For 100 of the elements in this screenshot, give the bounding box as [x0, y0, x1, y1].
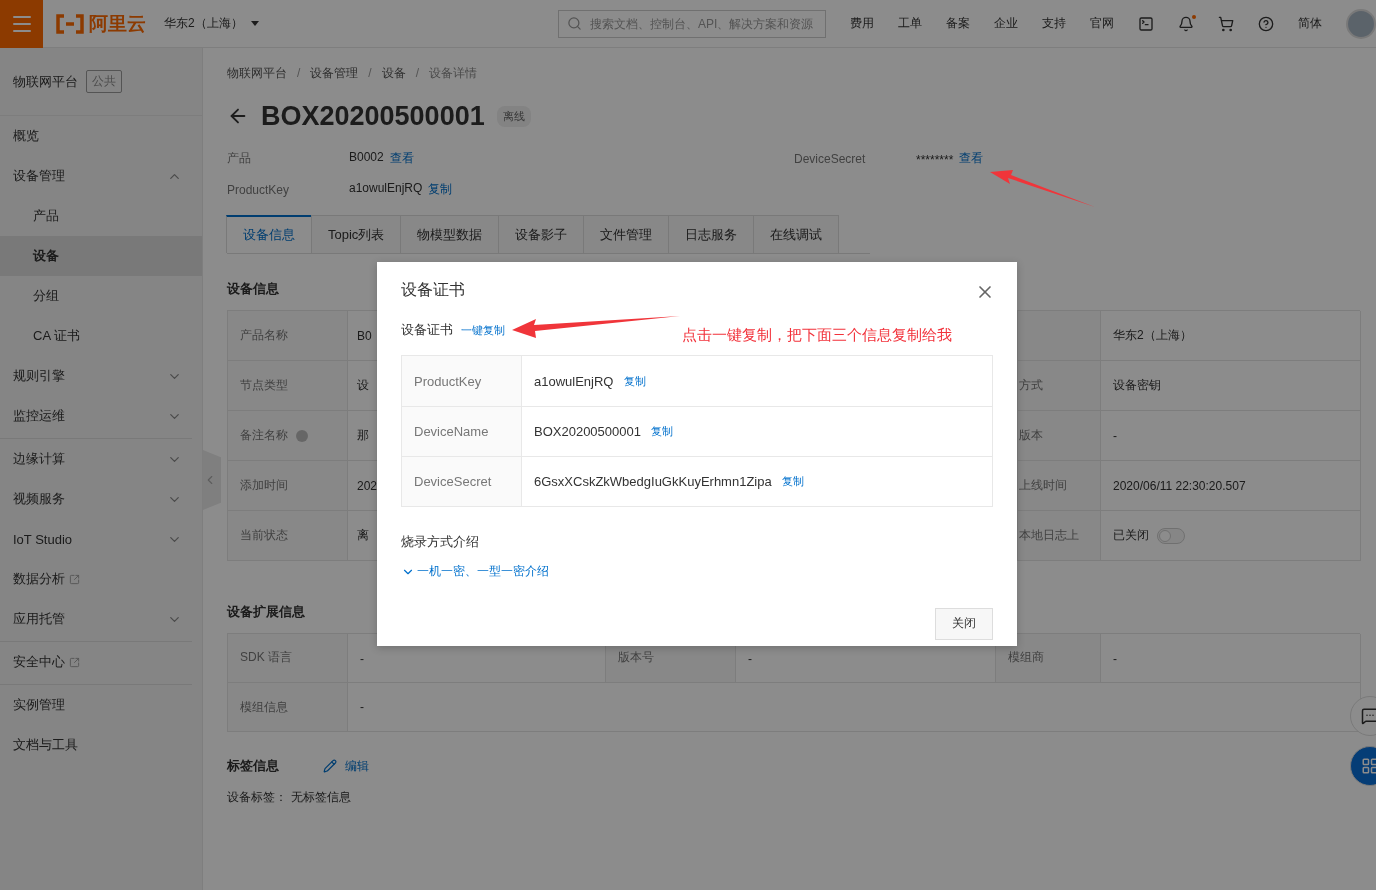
sidebar-item[interactable]: CA 证书	[0, 316, 202, 356]
edit-link[interactable]: 编辑	[345, 757, 369, 775]
sidebar-item[interactable]: 分组	[0, 276, 202, 316]
toggle-switch[interactable]	[1157, 527, 1185, 544]
breadcrumb-item[interactable]: 物联网平台	[227, 64, 287, 82]
cart-icon[interactable]	[1218, 15, 1234, 32]
device-name: BOX20200500001	[261, 100, 485, 132]
copy-link[interactable]: 复制	[623, 373, 646, 389]
table-cell: -	[348, 683, 1361, 732]
sidebar-item[interactable]: 实例管理	[0, 685, 192, 725]
table-cell: 6GsxXCskZkWbedgIuGkKuyErhmn1Zipa	[534, 474, 772, 489]
table-cell: 华东2（上海）	[1101, 311, 1361, 361]
help-icon[interactable]	[1258, 15, 1274, 32]
sidebar-item[interactable]: 概览	[0, 116, 192, 156]
status-badge: 离线	[496, 105, 531, 127]
nav-link[interactable]: 费用	[850, 15, 874, 32]
sidebar-item[interactable]: 设备	[0, 236, 202, 276]
tab[interactable]: 设备影子	[498, 215, 585, 253]
field-label: 设备标签：	[227, 789, 287, 806]
dialog-title: 设备证书	[401, 280, 465, 300]
tab[interactable]: 日志服务	[668, 215, 755, 253]
caret-icon	[250, 21, 259, 26]
nav-link[interactable]: 企业	[994, 15, 1018, 32]
breadcrumb-item: 设备详情	[429, 64, 478, 82]
table-cell: BOX20200500001	[534, 424, 641, 439]
sidebar-item[interactable]: 设备管理	[0, 156, 192, 196]
table-cell: ProductKey	[402, 356, 522, 406]
table-cell: 已关闭	[1101, 511, 1361, 561]
table-cell: a1owulEnjRQ	[534, 373, 614, 389]
breadcrumb-item[interactable]: 设备管理	[310, 64, 359, 82]
nav-link[interactable]: 支持	[1042, 15, 1066, 32]
logo: 阿里云	[55, 10, 146, 37]
annotation-text: 点击一键复制，把下面三个信息复制给我	[682, 326, 952, 345]
table-cell: DeviceName	[402, 407, 522, 456]
tab[interactable]: Topic列表	[311, 215, 402, 253]
breadcrumb-separator: /	[415, 66, 420, 80]
table-cell: 添加时间	[228, 461, 348, 511]
section-title: 设备扩展信息	[227, 603, 305, 621]
close-button[interactable]: 关闭	[935, 607, 993, 640]
sidebar-item[interactable]: 应用托管	[0, 599, 192, 639]
sidebar-item[interactable]: 规则引擎	[0, 356, 192, 396]
edit-icon[interactable]	[323, 759, 337, 773]
table-cell: 2020/06/11 22:30:20.507	[1101, 461, 1361, 511]
table-cell: 方式	[1018, 361, 1101, 411]
collapse-handle[interactable]	[203, 450, 221, 510]
nav-link[interactable]: 官网	[1090, 15, 1114, 32]
copy-link[interactable]: 复制	[781, 474, 804, 489]
sidebar-item[interactable]: 视频服务	[0, 479, 192, 519]
field-label: 设备证书	[401, 321, 453, 339]
action-link[interactable]: 查看	[389, 150, 414, 167]
table-cell: SDK 语言	[228, 634, 348, 683]
nav-link[interactable]: 备案	[946, 15, 970, 32]
table-cell: -	[1101, 411, 1361, 461]
terminal-icon[interactable]	[1138, 15, 1154, 32]
action-link[interactable]: 复制	[428, 181, 453, 198]
copy-link[interactable]: 复制	[651, 424, 673, 439]
sidebar-item[interactable]: IoT Studio	[0, 519, 192, 559]
copy-all-link[interactable]: 一键复制	[461, 322, 505, 338]
field-label: 产品	[227, 150, 251, 167]
sidebar-item[interactable]: 边缘计算	[0, 439, 192, 479]
field-label: DeviceSecret	[794, 151, 866, 166]
search-icon	[567, 16, 582, 31]
table-cell: 备注名称	[228, 411, 348, 461]
field-value: a1owulEnjRQ	[349, 181, 423, 197]
field-value: ********	[916, 153, 954, 169]
tab[interactable]: 物模型数据	[400, 215, 500, 253]
action-link[interactable]: 查看	[959, 150, 984, 167]
grid-icon	[1361, 757, 1376, 775]
expand-link[interactable]: 一机一密、一型一密介绍	[401, 563, 549, 580]
table-cell: -	[1101, 634, 1361, 683]
sidebar-item[interactable]: 监控运维	[0, 396, 192, 436]
table-cell: DeviceSecret	[402, 457, 522, 506]
field-label: ProductKey	[227, 182, 290, 197]
tab[interactable]: 在线调试	[753, 215, 840, 253]
field-value: 无标签信息	[291, 789, 351, 806]
breadcrumb-item[interactable]: 设备	[381, 64, 406, 82]
tab[interactable]: 设备信息	[226, 215, 312, 253]
nav-link[interactable]: 工单	[898, 15, 922, 32]
section-title: 设备信息	[227, 280, 279, 298]
section-title: 标签信息	[227, 757, 280, 775]
table-cell: 模组信息	[228, 683, 348, 732]
bell-icon[interactable]	[1178, 15, 1194, 32]
breadcrumb-separator: /	[368, 66, 372, 80]
table-cell: 设备密钥	[1101, 361, 1361, 411]
sidebar-item[interactable]: 产品	[0, 196, 202, 236]
sidebar-item[interactable]: 安全中心	[0, 642, 192, 682]
table-cell: 版本	[1018, 411, 1101, 461]
sidebar-title: 物联网平台	[13, 72, 78, 91]
breadcrumb-separator: /	[297, 66, 301, 80]
table-cell: 模组商	[996, 634, 1101, 683]
external-link-icon	[69, 573, 80, 585]
tab[interactable]: 文件管理	[583, 215, 670, 253]
sidebar-item[interactable]: 数据分析	[0, 559, 192, 599]
table-cell: 当前状态	[228, 511, 348, 561]
region-selector[interactable]: 华东2（上海）	[164, 15, 259, 32]
section-title: 烧录方式介绍	[401, 533, 480, 551]
external-link-icon	[69, 656, 80, 668]
sidebar-item[interactable]: 文档与工具	[0, 725, 192, 765]
language-link[interactable]: 简体	[1298, 15, 1322, 32]
chat-icon	[1361, 707, 1376, 725]
